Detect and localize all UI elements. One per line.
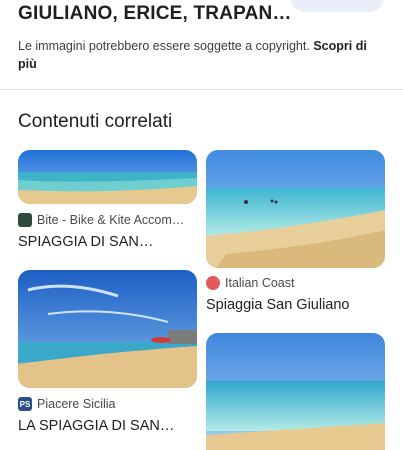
result-source-1[interactable]: Bite - Bike & Kite Accom… (18, 213, 184, 227)
result-source-2[interactable]: Italian Coast (206, 276, 294, 290)
divider (0, 89, 403, 90)
copyright-notice: Le immagini potrebbero essere soggette a… (18, 37, 388, 73)
image-title: GIULIANO, ERICE, TRAPAN… (18, 3, 292, 24)
result-caption-1[interactable]: SPIAGGIA DI SAN… (18, 234, 153, 250)
section-title: Contenuti correlati (18, 111, 173, 132)
result-source-label-2: Italian Coast (225, 276, 295, 290)
result-source-3[interactable]: PS Piacere Sicilia (18, 397, 116, 411)
result-caption-2[interactable]: Spiaggia San Giuliano (206, 297, 350, 313)
result-source-label-3: Piacere Sicilia (37, 397, 116, 411)
piacere-sicilia-favicon-icon: PS (18, 397, 32, 411)
result-caption-3[interactable]: LA SPIAGGIA DI SAN… (18, 418, 174, 434)
result-thumbnail-4[interactable] (206, 333, 385, 450)
result-thumbnail-1[interactable] (18, 150, 197, 204)
top-action-button[interactable] (290, 0, 384, 12)
copyright-text: Le immagini potrebbero essere soggette a… (18, 39, 310, 53)
result-source-label-1: Bite - Bike & Kite Accom… (37, 213, 185, 227)
bite-favicon-icon (18, 213, 32, 227)
italian-coast-favicon-icon (206, 276, 220, 290)
result-thumbnail-2[interactable] (206, 150, 385, 268)
result-thumbnail-3[interactable] (18, 270, 197, 388)
